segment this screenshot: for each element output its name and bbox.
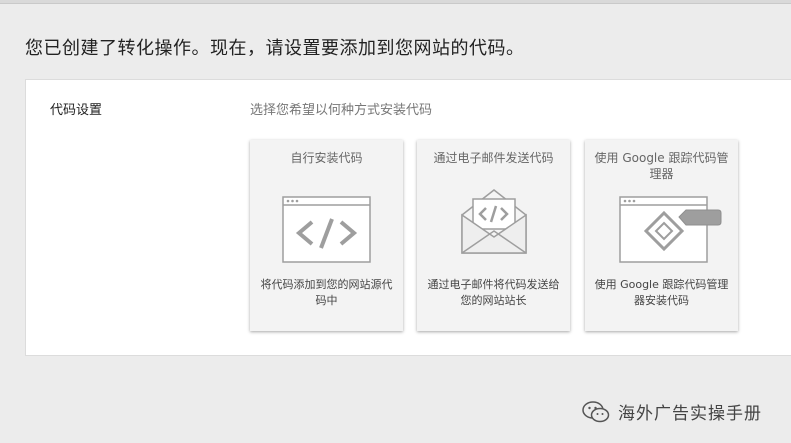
- code-setup-panel: 代码设置 选择您希望以何种方式安装代码 自行安装代码 将代码添加到您的网站源代码…: [25, 79, 791, 356]
- page-title: 您已创建了转化操作。现在，请设置要添加到您网站的代码。: [25, 38, 525, 59]
- option-description: 将代码添加到您的网站源代码中: [260, 278, 393, 307]
- tag-manager-icon: [619, 196, 722, 263]
- option-description: 通过电子邮件将代码发送给您的网站站长: [427, 278, 560, 307]
- option-tag-manager[interactable]: 使用 Google 跟踪代码管理器 使用 Google 跟踪代码管理器安装代码: [585, 140, 738, 331]
- top-divider: [0, 0, 791, 4]
- section-hint: 选择您希望以何种方式安装代码: [250, 103, 433, 118]
- option-install-yourself[interactable]: 自行安装代码 将代码添加到您的网站源代码中: [250, 140, 403, 331]
- option-title: 使用 Google 跟踪代码管理器: [594, 151, 729, 181]
- envelope-code-icon: [461, 189, 527, 254]
- option-email-code[interactable]: 通过电子邮件发送代码 通过电子邮件将代码发送给您的网站站长: [417, 140, 570, 331]
- browser-code-icon: [282, 196, 371, 263]
- option-description: 使用 Google 跟踪代码管理器安装代码: [594, 278, 729, 307]
- option-title: 自行安装代码: [290, 151, 363, 165]
- section-label: 代码设置: [50, 103, 103, 118]
- watermark-text: 海外广告实操手册: [618, 404, 762, 424]
- option-title: 通过电子邮件发送代码: [433, 151, 554, 165]
- watermark: 海外广告实操手册: [582, 399, 762, 424]
- wechat-icon: [582, 400, 610, 422]
